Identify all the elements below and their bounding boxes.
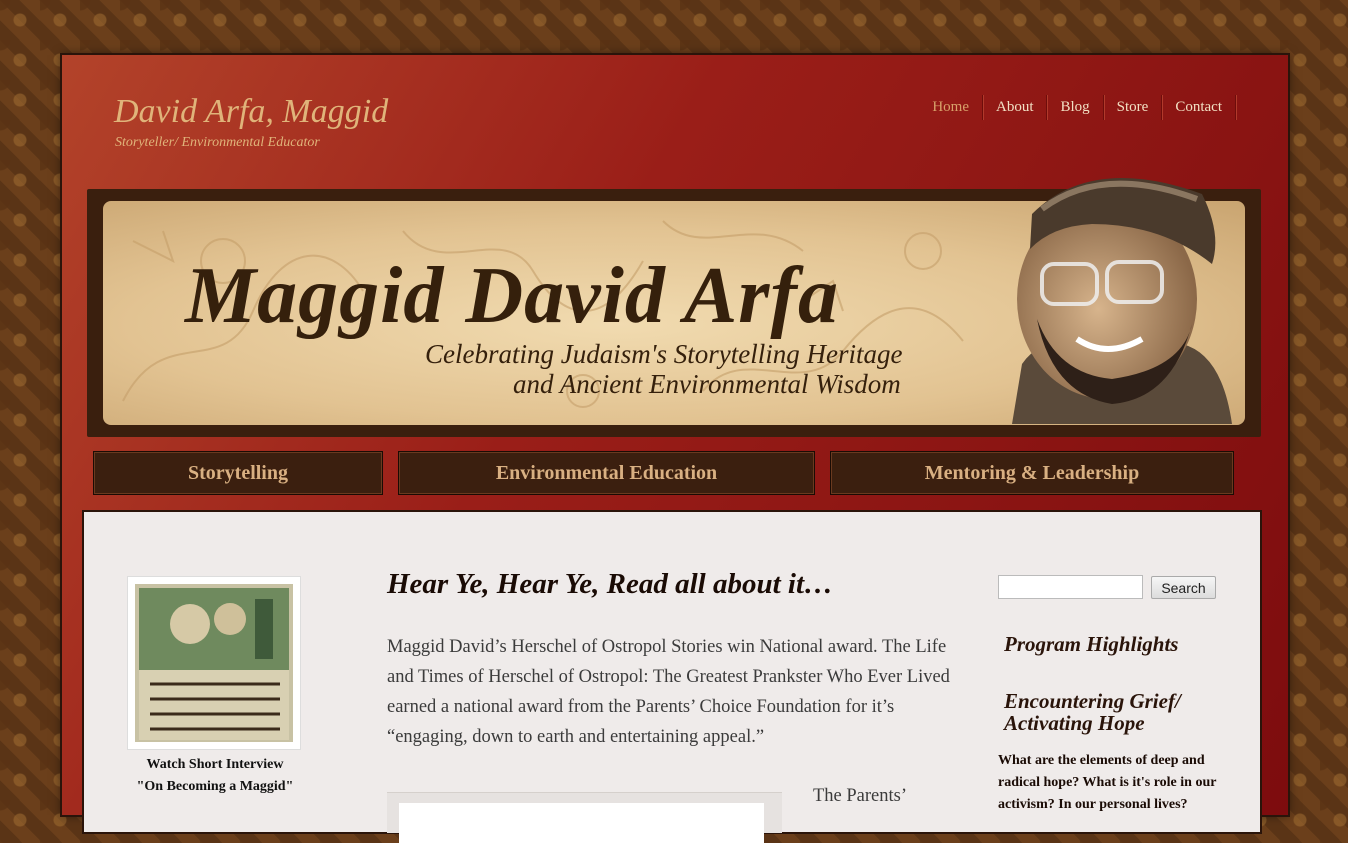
grief-hope-heading-line2[interactable]: Activating Hope	[1004, 712, 1145, 734]
site-title[interactable]: David Arfa, Maggid	[114, 93, 388, 131]
nav-contact[interactable]: Contact	[1162, 95, 1236, 120]
embedded-media-inner	[399, 803, 764, 843]
site-tagline: Storyteller/ Environmental Educator	[115, 135, 320, 150]
page-wrapper: David Arfa, Maggid Storyteller/ Environm…	[62, 55, 1288, 843]
banner-subtitle-line1: Celebrating Judaism's Storytelling Herit…	[425, 339, 903, 369]
post-continued-text: The Parents’	[813, 786, 908, 806]
interview-caption-line2[interactable]: "On Becoming a Maggid"	[84, 779, 346, 795]
nav-blog[interactable]: Blog	[1047, 95, 1104, 120]
category-environmental-education-button[interactable]: Environmental Education	[398, 451, 815, 495]
embedded-media[interactable]	[387, 792, 782, 843]
manuscript-image-icon	[135, 584, 293, 742]
content-area: Watch Short Interview "On Becoming a Mag…	[82, 510, 1262, 843]
header-banner: Maggid David Arfa Celebrating Judaism's …	[87, 178, 1261, 437]
interview-caption-line1[interactable]: Watch Short Interview	[84, 757, 346, 773]
program-highlights-heading: Program Highlights	[1004, 632, 1179, 656]
nav-home[interactable]: Home	[919, 95, 983, 120]
nav-store[interactable]: Store	[1104, 95, 1163, 120]
category-mentoring-leadership-button[interactable]: Mentoring & Leadership	[830, 451, 1234, 495]
main-nav: Home About Blog Store Contact	[919, 95, 1236, 120]
search-button[interactable]: Search	[1151, 576, 1216, 599]
category-storytelling-button[interactable]: Storytelling	[93, 451, 383, 495]
banner-subtitle-line2: and Ancient Environmental Wisdom	[513, 369, 901, 399]
banner-title: Maggid David Arfa	[185, 252, 840, 340]
grief-hope-heading-line1[interactable]: Encountering Grief/	[1004, 690, 1181, 712]
portrait-photo-icon	[1012, 178, 1232, 424]
post-title[interactable]: Hear Ye, Hear Ye, Read all about it…	[387, 568, 833, 601]
nav-about[interactable]: About	[983, 95, 1048, 120]
grief-hope-description: What are the elements of deep and radica…	[998, 753, 1217, 812]
post-body: Maggid David’s Herschel of Ostropol Stor…	[387, 637, 950, 747]
search-input[interactable]	[998, 575, 1143, 599]
interview-video-thumbnail[interactable]	[127, 576, 301, 750]
